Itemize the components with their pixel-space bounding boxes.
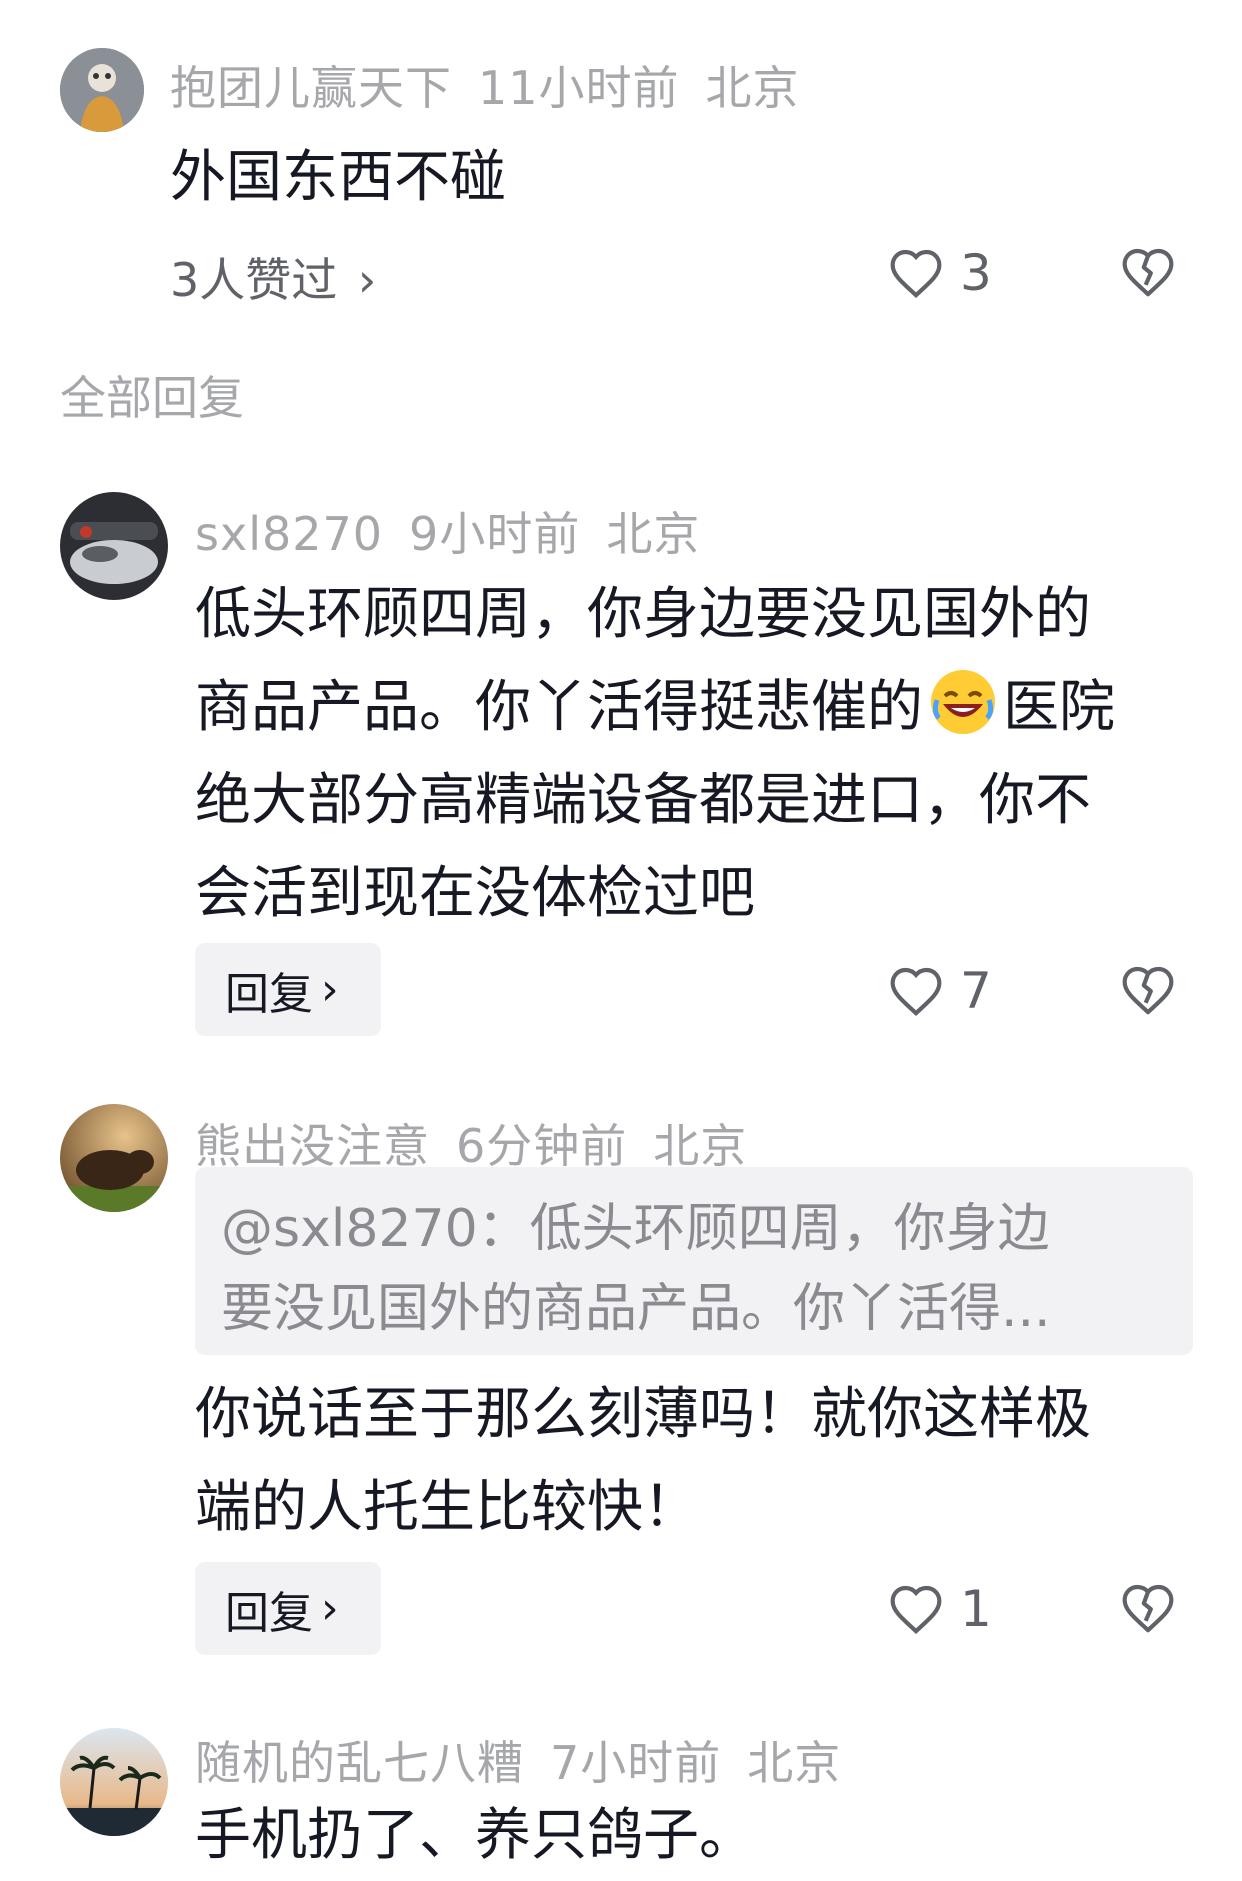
like-count: 3 — [960, 244, 992, 302]
comment-line: 你说话至于那么刻薄吗！就你这样极 — [195, 1382, 1091, 1447]
username[interactable]: 随机的乱七八糟 — [195, 1736, 524, 1790]
like-count: 1 — [960, 1580, 992, 1638]
comment-meta: 随机的乱七八糟 7小时前 北京 — [195, 1727, 867, 1793]
comment-line: 商品产品。你丫活得挺悲催的 医院 — [195, 661, 1215, 754]
chevron-right-icon: › — [321, 964, 339, 1015]
username[interactable]: sxl8270 — [195, 507, 383, 561]
section-label: 全部回复 — [60, 371, 244, 425]
comment-text: 你说话至于那么刻薄吗！就你这样极 端的人托生比较快！ — [195, 1368, 1215, 1554]
broken-heart-icon[interactable] — [1120, 964, 1176, 1016]
reply-button[interactable]: 回复 › — [195, 943, 381, 1036]
broken-heart-icon[interactable] — [1120, 246, 1176, 298]
rolling-laughing-emoji — [931, 670, 995, 734]
quoted-reply[interactable]: @sxl8270：低头环顾四周，你身边 要没见国外的商品产品。你丫活得... — [195, 1167, 1193, 1355]
timestamp: 11小时前 — [478, 61, 680, 115]
comment-line: 低头环顾四周，你身边要没见国外的 — [195, 582, 1091, 647]
like-button[interactable]: 1 — [888, 1580, 992, 1638]
timestamp: 7小时前 — [550, 1736, 722, 1790]
avatar[interactable] — [60, 492, 168, 600]
location: 北京 — [705, 61, 800, 115]
heart-outline-icon — [890, 249, 942, 299]
liked-by-label: 3人赞过 — [170, 253, 338, 307]
heart-outline-icon — [890, 967, 942, 1017]
location: 北京 — [606, 507, 701, 561]
comment-segment: 商品产品。你丫活得挺悲催的 — [195, 675, 923, 740]
timestamp: 6分钟前 — [456, 1119, 628, 1173]
comment-segment: 医院 — [1003, 675, 1115, 740]
reply-label: 回复 — [225, 968, 313, 1020]
comment-text: 低头环顾四周，你身边要没见国外的 商品产品。你丫活得挺悲催的 医院 绝大部分高精… — [195, 568, 1215, 940]
location: 北京 — [653, 1119, 748, 1173]
like-button[interactable]: 7 — [888, 962, 992, 1020]
comment-meta: 抱团儿赢天下 11小时前 北京 — [170, 52, 826, 118]
username[interactable]: 抱团儿赢天下 — [170, 61, 452, 115]
comment-meta: sxl8270 9小时前 北京 — [195, 498, 726, 564]
quote-line: @sxl8270：低头环顾四周，你身边 — [221, 1199, 1050, 1259]
comment-line: 绝大部分高精端设备都是进口，你不 — [195, 768, 1091, 833]
heart-outline-icon — [890, 1585, 942, 1635]
avatar[interactable] — [60, 1728, 168, 1836]
like-count: 7 — [960, 962, 992, 1020]
reply-button[interactable]: 回复 › — [195, 1562, 381, 1655]
timestamp: 9小时前 — [409, 507, 581, 561]
liked-by-link[interactable]: 3人赞过 › — [170, 244, 376, 310]
chevron-right-icon: › — [321, 1583, 339, 1634]
username[interactable]: 熊出没注意 — [195, 1119, 430, 1173]
chevron-right-icon: › — [357, 253, 377, 307]
like-button[interactable]: 3 — [888, 244, 992, 302]
comment-text: 外国东西不碰 — [170, 145, 506, 210]
avatar[interactable] — [60, 48, 144, 132]
broken-heart-icon[interactable] — [1120, 1582, 1176, 1634]
reply-label: 回复 — [225, 1587, 313, 1639]
location: 北京 — [747, 1736, 842, 1790]
comment-line: 会活到现在没体检过吧 — [195, 861, 755, 926]
avatar[interactable] — [60, 1104, 168, 1212]
comment-line: 端的人托生比较快！ — [195, 1475, 699, 1540]
comment-text: 手机扔了、养只鸽子。 — [195, 1803, 755, 1868]
quote-line: 要没见国外的商品产品。你丫活得... — [221, 1279, 1051, 1339]
